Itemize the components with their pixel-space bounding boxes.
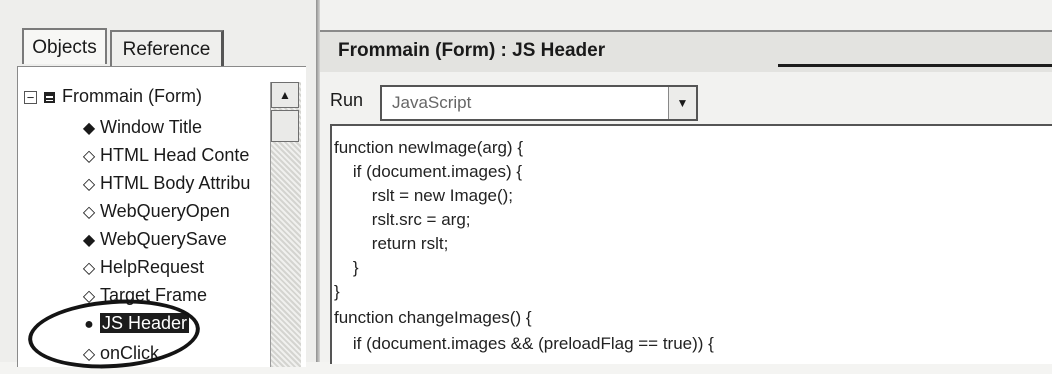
tree-item-helprequest[interactable]: ◇ HelpRequest [78,253,204,281]
tree-item-label: WebQuerySave [100,229,227,249]
code-line: function changeImages() { [334,308,532,327]
tree-item-label-selected: JS Header [100,313,190,333]
tree-item-label: WebQueryOpen [100,201,230,221]
tab-objects[interactable]: Objects [22,28,107,64]
tree-item-window-title[interactable]: ◆ Window Title [78,113,202,141]
run-language-select[interactable]: JavaScript ▼ [380,85,698,121]
tree-item-target-frame[interactable]: ◇ Target Frame [78,281,207,309]
pane-header: Frommain (Form) : JS Header [320,30,1052,72]
tree-item-label: HelpRequest [100,257,205,277]
code-editor[interactable]: function newImage(arg) { if (document.im… [330,124,1052,364]
filled-circle-icon: ● [84,316,94,333]
programmer-pane: Frommain (Form) : JS Header Run JavaScri… [320,0,1052,364]
tree-item-webquerysave[interactable]: ◆ WebQuerySave [78,225,227,253]
code-line: return rslt; [334,234,449,253]
tab-reference[interactable]: Reference [110,30,224,66]
tree-root-item[interactable]: − Frommain (Form) [24,82,202,110]
tree-scrollbar[interactable]: ▲ [270,82,301,367]
tree-item-label: onClick [100,343,160,363]
tree-item-webqueryopen[interactable]: ◇ WebQueryOpen [78,197,230,225]
objects-panel: Objects Reference − Frommain (Form) ◆ Wind… [0,0,316,374]
pane-title: Frommain (Form) : JS Header [338,40,606,61]
tree-root-label: Frommain (Form) [62,86,202,106]
form-icon [44,91,55,103]
filled-diamond-icon: ◆ [82,120,96,137]
run-language-value: JavaScript [392,93,472,112]
tree-item-html-head-content[interactable]: ◇ HTML Head Conte [78,141,250,169]
tree-item-js-header[interactable]: ● JS Header [78,309,190,337]
code-line: rslt = new Image(); [334,186,514,205]
code-line: rslt.src = arg; [334,210,471,229]
outline-diamond-icon: ◇ [82,260,96,277]
object-tree: − Frommain (Form) ◆ Window Title ◇ HTML Hea… [17,66,306,367]
code-line: if (document.images) { [334,162,523,181]
code-line: } [334,282,340,301]
scroll-up-arrow-icon[interactable]: ▲ [271,82,299,108]
code-line: function newImage(arg) { [334,138,523,157]
tree-item-html-body-attributes[interactable]: ◇ HTML Body Attribu [78,169,251,197]
header-divider [778,64,1052,67]
tree-item-label: Target Frame [100,285,208,305]
scroll-thumb[interactable] [271,110,299,142]
outline-diamond-icon: ◇ [82,204,96,221]
tree-item-onclick[interactable]: ◇ onClick [78,339,159,367]
chevron-down-icon[interactable]: ▼ [668,87,696,119]
filled-diamond-icon: ◆ [82,232,96,249]
code-line: } [334,258,359,277]
collapse-icon[interactable]: − [24,90,37,104]
code-line: if (document.images && (preloadFlag == t… [334,334,714,353]
tree-item-label: HTML Body Attribu [100,173,251,193]
tree-item-label: HTML Head Conte [100,145,250,165]
outline-diamond-icon: ◇ [82,288,96,305]
tree-item-label: Window Title [100,117,203,137]
outline-diamond-icon: ◇ [82,148,96,165]
outline-diamond-icon: ◇ [82,346,96,363]
run-label: Run [330,90,364,110]
outline-diamond-icon: ◇ [82,176,96,193]
